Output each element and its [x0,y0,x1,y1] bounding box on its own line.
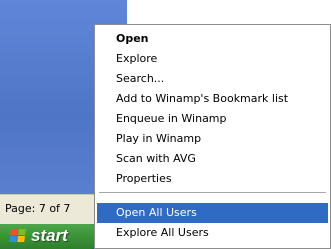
menu-item-add-winamp-bookmark[interactable]: Add to Winamp's Bookmark list [97,89,328,109]
menu-item-enqueue-winamp[interactable]: Enqueue in Winamp [97,109,328,129]
menu-item-explore[interactable]: Explore [97,49,328,69]
menu-item-play-winamp[interactable]: Play in Winamp [97,129,328,149]
menu-item-properties[interactable]: Properties [97,169,328,189]
windows-logo-icon [9,229,26,243]
menu-item-open[interactable]: Open [97,29,328,49]
context-menu: Open Explore Search... Add to Winamp's B… [94,24,331,249]
start-button[interactable]: start [0,224,98,249]
menu-item-search[interactable]: Search... [97,69,328,89]
menu-item-scan-avg[interactable]: Scan with AVG [97,149,328,169]
menu-item-open-all-users[interactable]: Open All Users [97,203,328,223]
menu-item-explore-all-users[interactable]: Explore All Users [97,223,328,243]
menu-separator [99,192,326,193]
start-label: start [31,226,68,245]
status-page-count: Page: 7 of 7 [5,202,71,215]
